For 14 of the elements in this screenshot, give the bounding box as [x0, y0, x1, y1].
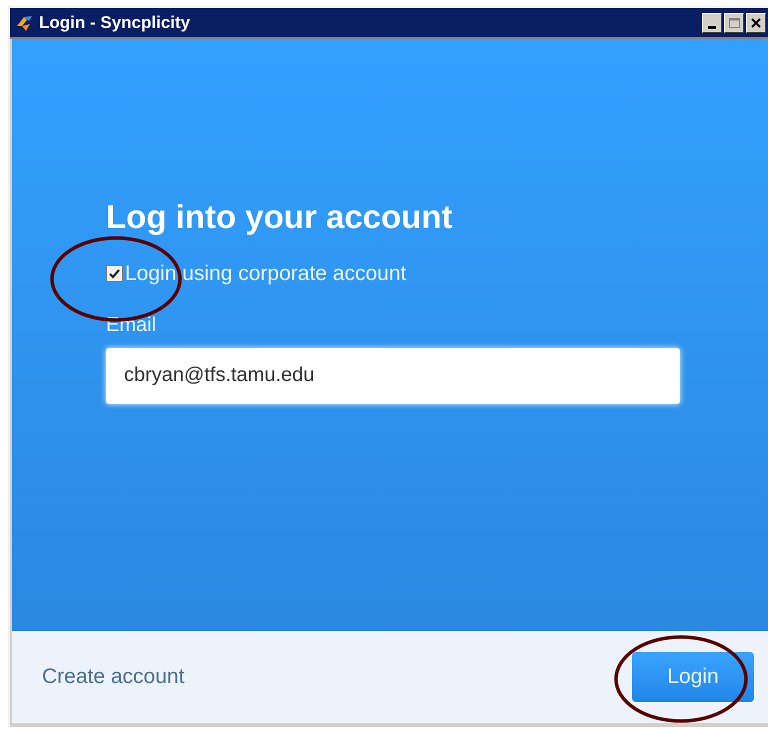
login-button[interactable]: Login — [632, 652, 754, 702]
minimize-icon — [708, 26, 716, 28]
checkbox[interactable] — [106, 265, 123, 282]
close-icon — [751, 18, 761, 28]
window-title: Login - Syncplicity — [39, 12, 192, 34]
create-account-link[interactable]: Create account — [42, 661, 184, 693]
checkbox-label: Login using corporate account — [125, 261, 406, 287]
heading: Log into your account — [106, 197, 454, 237]
maximize-icon — [728, 18, 740, 28]
checkmark-icon — [109, 268, 120, 279]
close-button[interactable] — [746, 12, 766, 32]
email-field[interactable]: cbryan@tfs.tamu.edu — [106, 348, 680, 404]
maximize-button[interactable] — [724, 12, 744, 32]
minimize-button[interactable] — [702, 12, 722, 32]
